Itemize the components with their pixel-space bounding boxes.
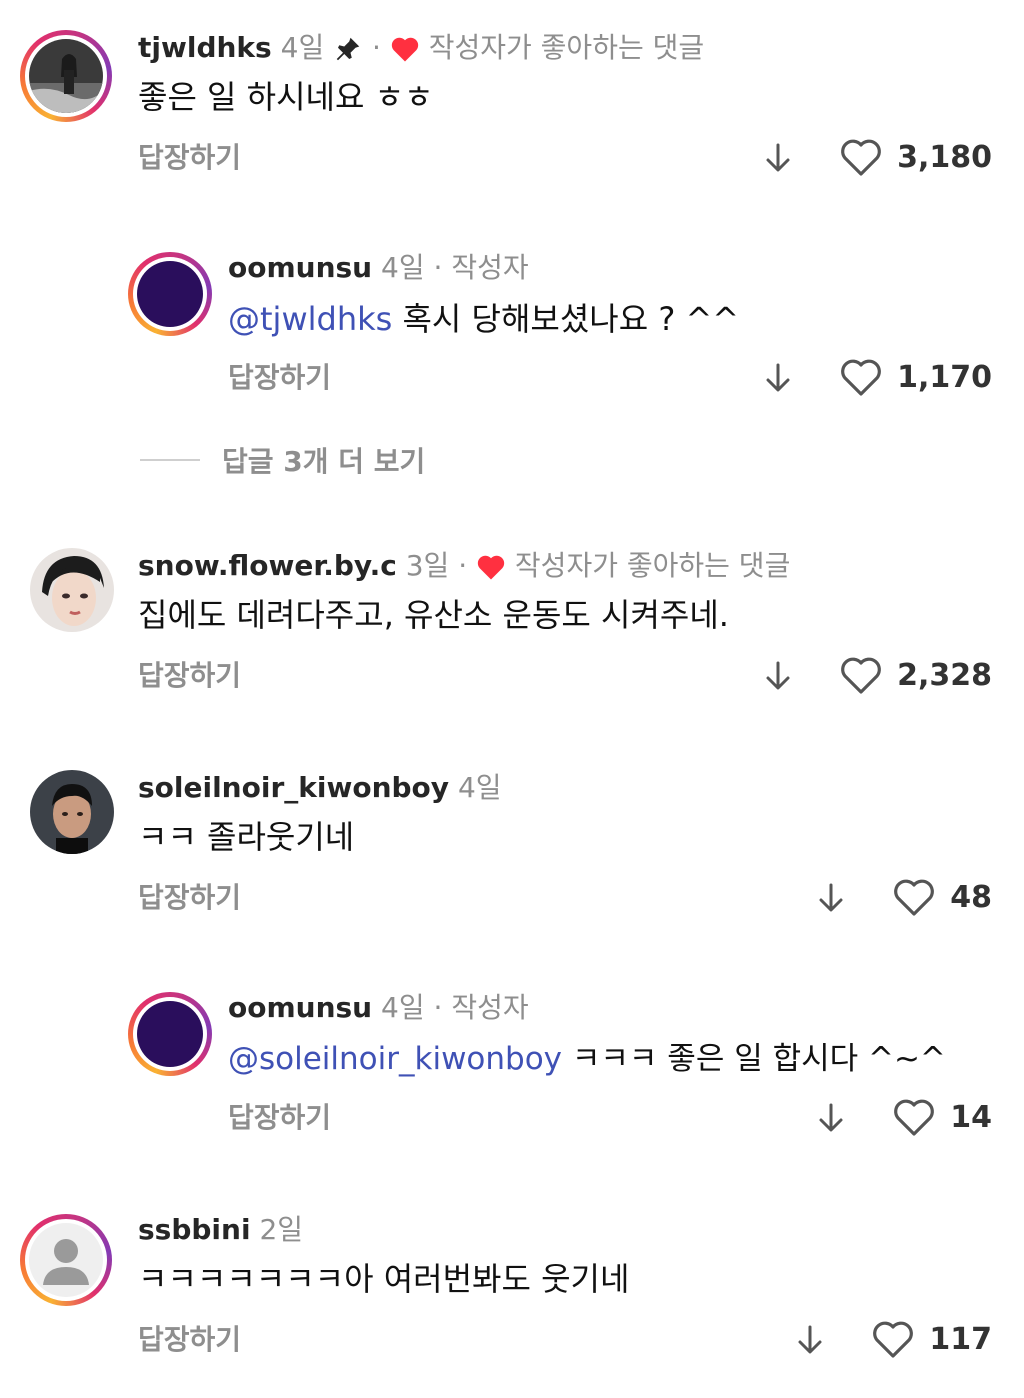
author-label: 작성자 — [451, 991, 529, 1024]
avatar[interactable] — [30, 770, 114, 854]
mention-link[interactable]: @soleilnoir_kiwonboy — [228, 1041, 562, 1077]
heart-filled-icon — [477, 555, 505, 580]
username[interactable]: snow.flower.by.c — [138, 549, 397, 582]
reply-button[interactable]: 답장하기 — [138, 140, 241, 176]
like-count: 1,170 — [897, 360, 992, 395]
creator-liked-label: 작성자가 좋아하는 댓글 — [428, 31, 705, 64]
download-arrow-icon[interactable] — [795, 1323, 825, 1357]
timestamp: 4일 — [381, 251, 425, 284]
reply-button[interactable]: 답장하기 — [228, 360, 331, 396]
download-arrow-icon[interactable] — [763, 361, 793, 395]
like-count: 48 — [950, 880, 992, 915]
timestamp: 4일 — [280, 31, 325, 64]
reply-button[interactable]: 답장하기 — [138, 1322, 241, 1358]
avatar[interactable] — [30, 548, 114, 632]
reply-button[interactable]: 답장하기 — [138, 880, 241, 916]
timestamp: 3일 — [405, 549, 450, 582]
heart-icon[interactable] — [839, 656, 883, 696]
author-label: 작성자 — [451, 251, 529, 284]
username[interactable]: tjwldhks — [138, 31, 272, 64]
heart-icon[interactable] — [892, 1098, 936, 1138]
timestamp: 2일 — [259, 1213, 304, 1246]
avatar[interactable] — [20, 30, 112, 122]
creator-liked-label: 작성자가 좋아하는 댓글 — [514, 549, 791, 582]
username[interactable]: soleilnoir_kiwonboy — [138, 771, 449, 804]
download-arrow-icon[interactable] — [763, 141, 793, 175]
download-arrow-icon[interactable] — [763, 659, 793, 693]
comment-text: ㅋㅋ 졸라웃기네 — [138, 818, 355, 856]
timestamp: 4일 — [381, 991, 425, 1024]
default-avatar-icon — [43, 1239, 89, 1285]
view-more-replies-label: 답글 3개 더 보기 — [222, 445, 426, 478]
like-count: 2,328 — [897, 658, 992, 693]
like-count: 14 — [950, 1100, 992, 1135]
avatar[interactable] — [128, 252, 212, 336]
comment-text: @tjwldhks 혹시 당해보셨나요 ? ^^ — [228, 300, 740, 338]
reply-button[interactable]: 답장하기 — [228, 1100, 331, 1136]
comment-text: @soleilnoir_kiwonboy ㅋㅋㅋ 좋은 일 합시다 ^~^ — [228, 1041, 946, 1077]
reply-button[interactable]: 답장하기 — [138, 658, 241, 694]
pin-icon — [336, 37, 360, 61]
comment-text: 집에도 데려다주고, 유산소 운동도 시켜주네. — [138, 596, 729, 634]
download-arrow-icon[interactable] — [816, 881, 846, 915]
view-more-replies-button[interactable]: 답글 3개 더 보기 — [140, 440, 425, 480]
username[interactable]: ssbbini — [138, 1213, 251, 1246]
heart-icon[interactable] — [892, 878, 936, 918]
heart-icon[interactable] — [871, 1320, 915, 1360]
divider — [140, 459, 200, 461]
username[interactable]: oomunsu — [228, 251, 372, 284]
heart-icon[interactable] — [839, 358, 883, 398]
heart-filled-icon — [391, 37, 418, 62]
like-count: 117 — [929, 1322, 992, 1357]
avatar[interactable] — [20, 1214, 112, 1306]
comment-text: 좋은 일 하시네요 ㅎㅎ — [138, 78, 434, 116]
mention-link[interactable]: @tjwldhks — [228, 300, 392, 338]
like-count: 3,180 — [897, 140, 992, 175]
timestamp: 4일 — [457, 771, 502, 804]
avatar[interactable] — [128, 992, 212, 1076]
heart-icon[interactable] — [839, 138, 883, 178]
download-arrow-icon[interactable] — [816, 1101, 846, 1135]
comment-text: ㅋㅋㅋㅋㅋㅋㅋ아 여러번봐도 웃기네 — [138, 1260, 630, 1298]
username[interactable]: oomunsu — [228, 991, 372, 1024]
